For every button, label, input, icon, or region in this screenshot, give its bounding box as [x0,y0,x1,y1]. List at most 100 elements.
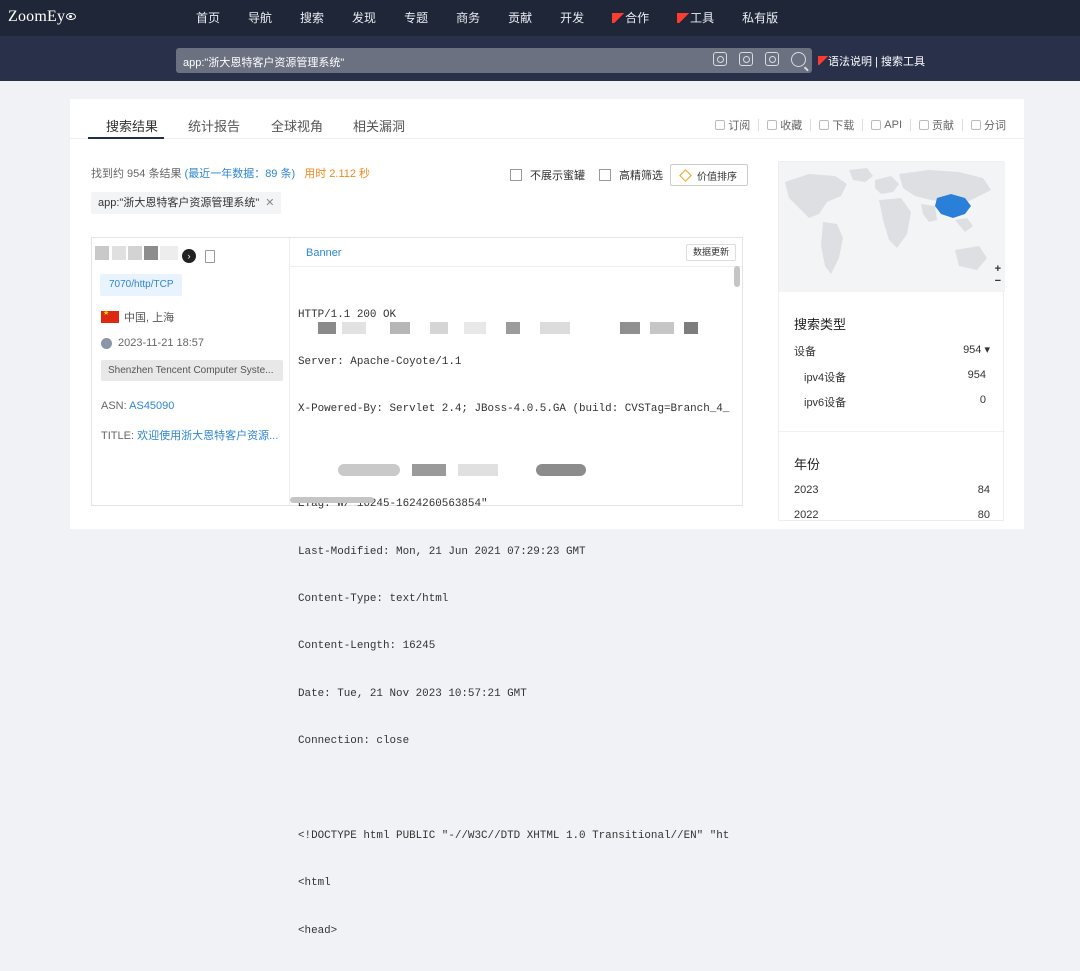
zoom-in-button[interactable]: + [995,263,1001,275]
banner-line: Content-Type: text/html [298,592,449,605]
vertical-scrollbar[interactable] [734,266,740,287]
year-row[interactable]: 2023 84 [794,484,990,496]
active-tab-indicator [88,137,164,139]
redacted-text [536,464,586,476]
camera-search-icon[interactable] [765,52,779,66]
title-link[interactable]: 欢迎使用浙大恩特客户资源... [137,430,278,442]
banner-text: HTTP/1.1 200 OK Server: Apache-Coyote/1.… [298,276,738,971]
result-card: › 7070/http/TCP 中国, 上海 2023-11-21 18:57 … [91,237,743,937]
nav-contribute[interactable]: 贡献 [508,9,532,26]
tokenize-button[interactable]: 分词 [971,117,1006,133]
tab-banner[interactable]: Banner [306,247,341,259]
year-title: 年份 [794,457,821,472]
redacted-text [390,322,410,334]
world-map-graphic [785,168,991,274]
devices-row[interactable]: 设备 954 ▾ [794,343,990,359]
ipv6-row[interactable]: ipv6设备 0 [804,394,986,410]
tab-search-results[interactable]: 搜索结果 [106,116,158,135]
copy-icon[interactable] [205,250,215,263]
nav-cooperate[interactable]: 合作 [612,9,649,26]
nav-home[interactable]: 首页 [196,9,220,26]
asn-link[interactable]: AS45090 [129,400,174,412]
asn-row: ASN: AS45090 [101,400,175,412]
result-tabs: 搜索结果 统计报告 全球视角 相关漏洞 订阅 收藏 下载 API 贡献 分词 [70,99,1024,139]
world-map[interactable]: + − [779,162,1005,292]
result-actions: 订阅 收藏 下载 API 贡献 分词 [707,117,1006,133]
redacted-text [540,322,570,334]
top-navbar: ZoomEy 首页 导航 搜索 发现 专题 商务 贡献 开发 合作 工具 私有版 [0,0,1080,36]
banner-line: Date: Tue, 21 Nov 2023 10:57:21 GMT [298,687,527,700]
nav-topics[interactable]: 专题 [404,9,428,26]
star-icon [767,120,778,130]
zoom-out-button[interactable]: − [995,275,1001,287]
value-sort-button[interactable]: 价值排序 [670,164,748,186]
syntax-help-link[interactable]: 语法说明 | 搜索工具 [818,53,925,69]
search-type-title: 搜索类型 [794,317,847,332]
nav-develop[interactable]: 开发 [560,9,584,26]
redacted-text [458,464,498,476]
banner-header: Banner 数据更新 [290,238,742,267]
update-data-button[interactable]: 数据更新 [685,244,736,261]
recent-year-link[interactable]: (最近一年数据：89 条) [185,168,296,180]
nav-private-edition[interactable]: 私有版 [742,9,778,26]
link-icon [871,120,882,130]
banner-line: X-Powered-By: Servlet 2.4; JBoss-4.0.5.G… [298,403,730,416]
contribute-button[interactable]: 贡献 [919,117,963,133]
subscribe-button[interactable]: 订阅 [715,117,760,133]
screenshot-search-icon[interactable] [739,52,753,66]
query-chip: app:"浙大恩特客户资源管理系统" ✕ [91,192,282,214]
query-chip-label: app:"浙大恩特客户资源管理系统" [98,197,260,209]
hot-flag-icon [612,13,625,23]
banner-line: Connection: close [298,735,410,748]
nav-tools[interactable]: 工具 [677,9,714,26]
result-summary: 找到约 954 条结果 (最近一年数据：89 条) 用时 2.112 秒 [91,165,370,181]
port-badge[interactable]: 7070/http/TCP [100,274,183,296]
precise-filter-checkbox[interactable] [599,169,611,181]
redacted-text [684,322,698,334]
banner-line [298,782,738,798]
api-button[interactable]: API [871,117,911,133]
nav-discover[interactable]: 发现 [352,9,376,26]
eye-logo-icon [66,13,77,20]
horizontal-scrollbar[interactable] [290,497,374,503]
redacted-text [506,322,520,334]
hot-flag-icon [677,13,690,23]
redacted-text [650,322,674,334]
search-query-text: app:"浙大恩特客户资源管理系统" [183,57,345,69]
honeypot-checkbox[interactable] [510,169,522,181]
org-tag[interactable]: Shenzhen Tencent Computer Syste... [101,360,283,381]
redacted-text [412,464,446,476]
search-input[interactable]: app:"浙大恩特客户资源管理系统" [176,48,812,73]
tab-global-view[interactable]: 全球视角 [271,116,323,135]
tab-stats-report[interactable]: 统计报告 [188,116,240,135]
redacted-ip [95,246,109,260]
close-icon[interactable]: ✕ [265,197,274,209]
edit-icon [919,120,929,130]
nav-business[interactable]: 商务 [456,9,480,26]
logo[interactable]: ZoomEy [8,8,77,26]
redacted-text [338,464,400,476]
search-icon[interactable] [791,52,806,67]
image-search-icon[interactable] [713,52,727,66]
host-info: › 7070/http/TCP 中国, 上海 2023-11-21 18:57 … [92,238,290,505]
tab-related-vulns[interactable]: 相关漏洞 [353,116,405,135]
open-host-icon[interactable]: › [182,249,196,263]
redacted-text [318,322,336,334]
divider [779,431,1005,432]
timestamp: 2023-11-21 18:57 [101,337,204,349]
clock-icon [101,337,112,349]
ipv4-row[interactable]: ipv4设备 954 [804,369,986,385]
nav-navigation[interactable]: 导航 [248,9,272,26]
year-row[interactable]: 2022 80 [794,509,990,521]
result-count: 找到约 954 条结果 [91,168,182,180]
stats-sidebar: + − 搜索类型 设备 954 ▾ ipv4设备 954 ipv6设备 0 年份 20… [778,161,1005,521]
banner-line: Content-Length: 16245 [298,640,436,653]
download-button[interactable]: 下载 [819,117,864,133]
redacted-text [342,322,366,334]
nav-search[interactable]: 搜索 [300,9,324,26]
elapsed-time: 用时 2.112 秒 [304,168,371,180]
filter-bar: 不展示蜜罐 高精筛选 价值排序 [510,164,748,186]
redacted-ip [112,246,126,260]
main-nav: 首页 导航 搜索 发现 专题 商务 贡献 开发 合作 工具 私有版 [196,9,806,26]
favorite-button[interactable]: 收藏 [767,117,812,133]
